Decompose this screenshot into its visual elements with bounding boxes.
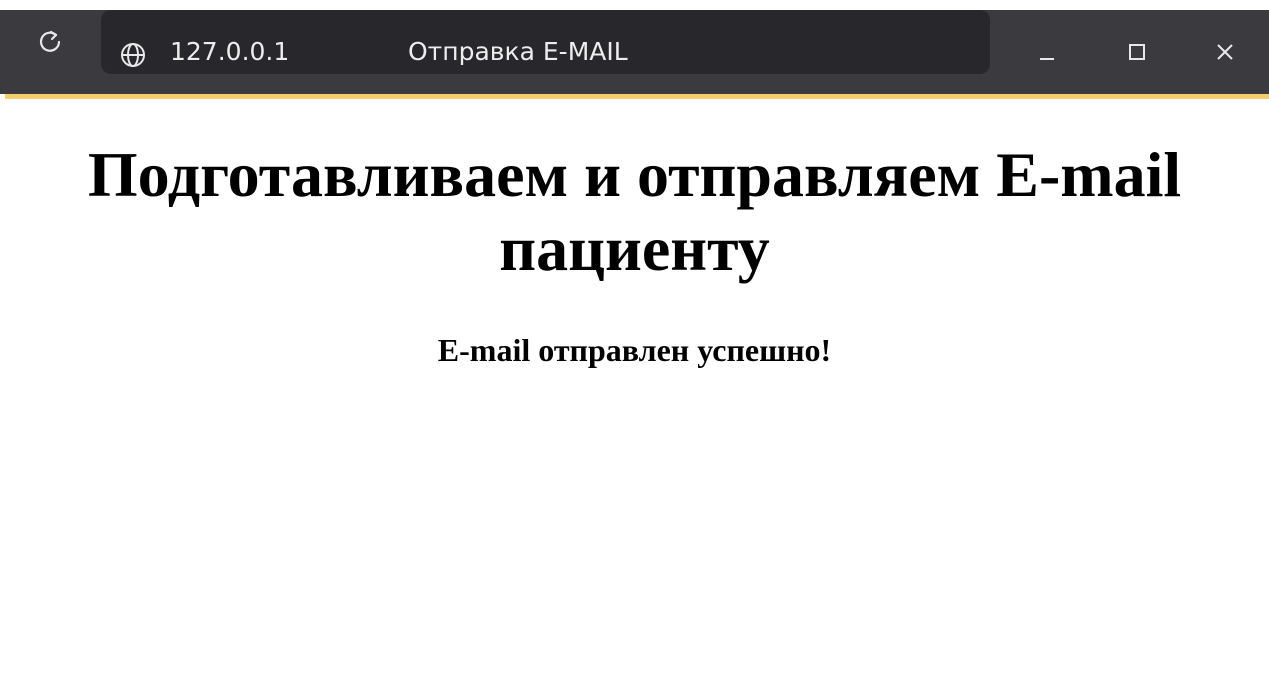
minimize-icon: [1040, 58, 1054, 60]
toolbar-accent-line: [5, 94, 1269, 99]
reload-button[interactable]: [30, 22, 70, 62]
page-title: Подготавливаем и отправляем E-mail пацие…: [87, 139, 1182, 284]
minimize-button[interactable]: [1025, 30, 1069, 74]
globe-icon: [121, 43, 145, 67]
maximize-button[interactable]: [1115, 30, 1159, 74]
success-message: E-mail отправлен успешно!: [437, 332, 832, 368]
url-text[interactable]: 127.0.0.1: [170, 30, 289, 74]
close-button[interactable]: [1203, 30, 1247, 74]
reload-icon: [39, 30, 61, 52]
close-icon: [1217, 44, 1233, 60]
maximize-icon: [1129, 44, 1145, 60]
tab-title: Отправка E-MAIL: [408, 37, 628, 66]
